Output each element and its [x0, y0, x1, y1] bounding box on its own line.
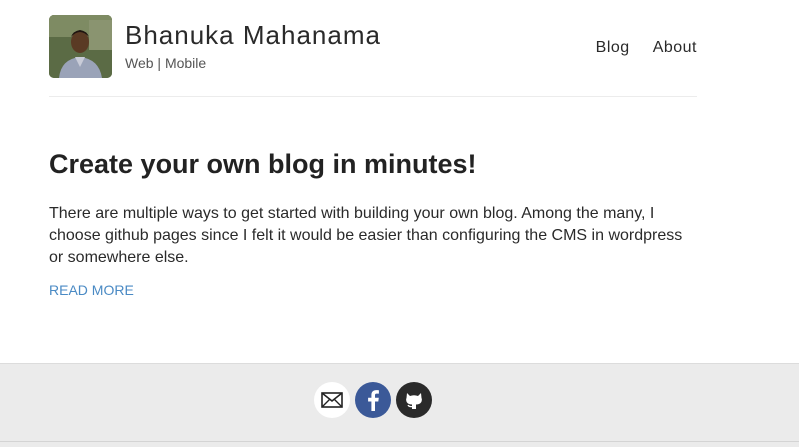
- page: Bhanuka Mahanama Web | Mobile Blog About…: [0, 0, 799, 447]
- main-nav: Blog About: [596, 39, 697, 57]
- read-more-link[interactable]: READ MORE: [49, 282, 134, 298]
- email-button[interactable]: [314, 382, 350, 418]
- site-header: Bhanuka Mahanama Web | Mobile Blog About: [49, 15, 697, 97]
- github-button[interactable]: [396, 382, 432, 418]
- nav-link-about[interactable]: About: [653, 39, 697, 57]
- facebook-icon: [368, 390, 379, 411]
- site-description: Web | Mobile: [125, 55, 207, 71]
- footer-divider: [0, 441, 799, 442]
- site-title[interactable]: Bhanuka Mahanama: [125, 20, 381, 51]
- post-preview: Create your own blog in minutes! There a…: [49, 148, 699, 300]
- post-title[interactable]: Create your own blog in minutes!: [49, 148, 699, 180]
- site-footer: [0, 363, 799, 447]
- nav-link-blog[interactable]: Blog: [596, 39, 630, 57]
- avatar[interactable]: [49, 15, 112, 78]
- email-icon: [321, 392, 343, 408]
- github-icon: [406, 393, 422, 409]
- avatar-photo: [49, 15, 112, 78]
- social-links: [314, 382, 432, 418]
- facebook-button[interactable]: [355, 382, 391, 418]
- post-excerpt: There are multiple ways to get started w…: [49, 205, 683, 266]
